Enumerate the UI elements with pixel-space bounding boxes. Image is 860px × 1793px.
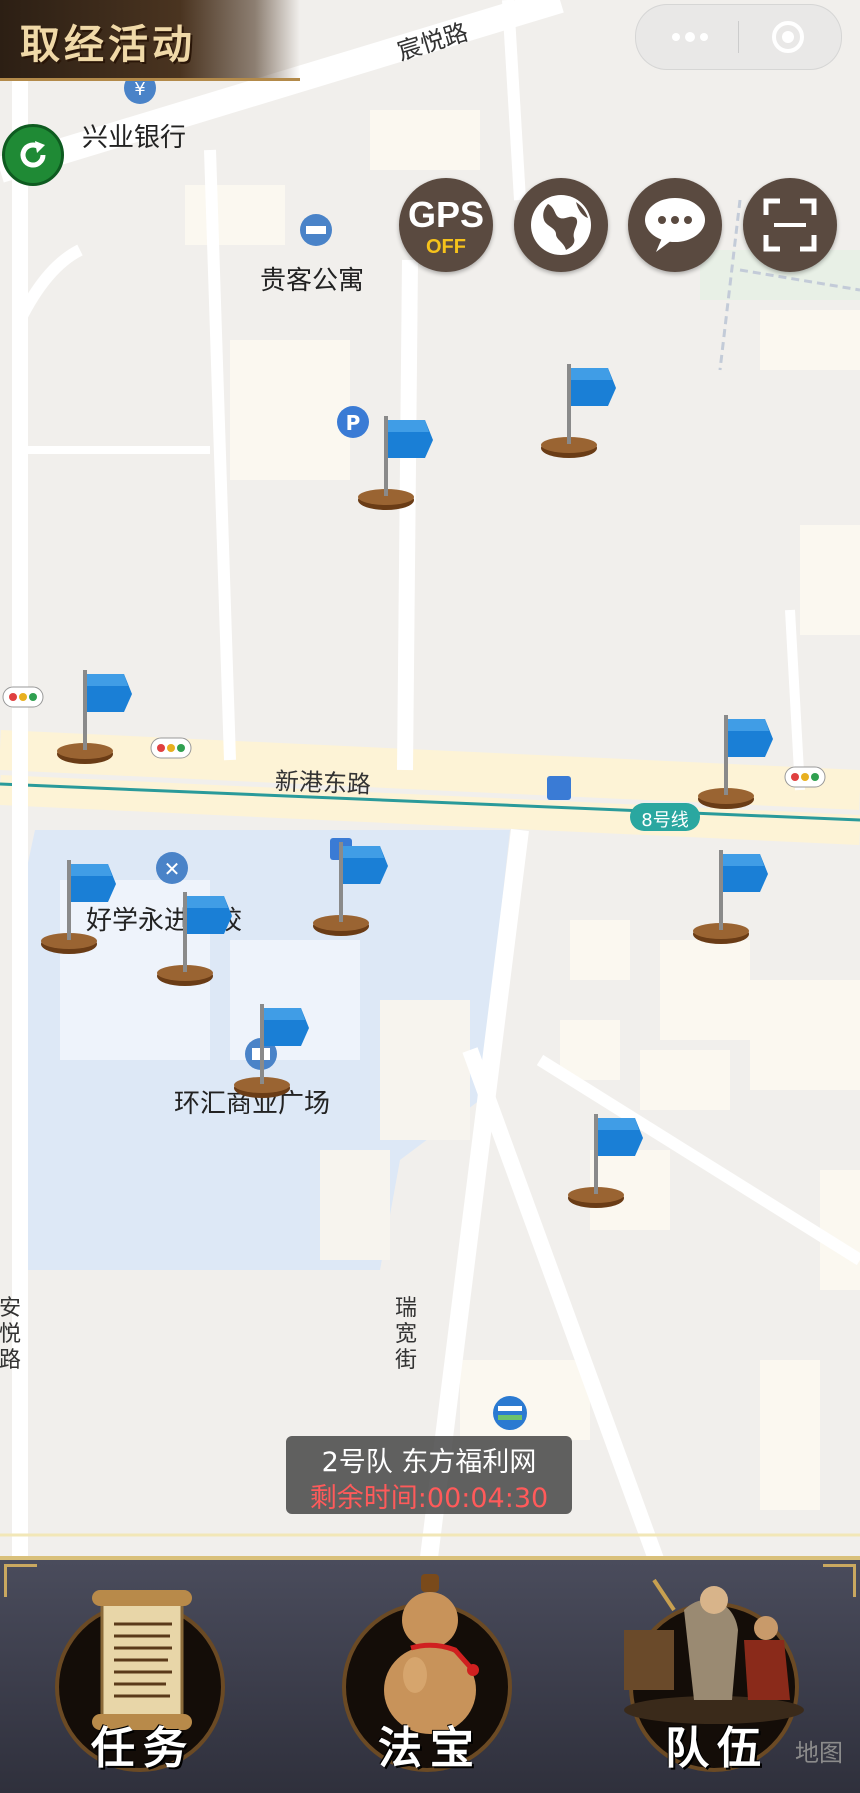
flag-marker[interactable] xyxy=(353,412,433,512)
capsule-divider xyxy=(738,21,739,53)
nav-tasks-label: 任务 xyxy=(91,1723,195,1774)
gps-toggle-button[interactable]: GPS OFF xyxy=(399,178,493,272)
flag-marker[interactable] xyxy=(52,666,132,766)
traffic-light-icon xyxy=(150,737,192,759)
gps-label: GPS xyxy=(407,194,485,235)
flag-marker[interactable] xyxy=(563,1110,643,1210)
traffic-light-icon xyxy=(784,766,826,788)
flag-marker[interactable] xyxy=(693,711,773,811)
chat-bubble-icon xyxy=(645,198,705,252)
bus-stop-icon[interactable] xyxy=(493,1396,527,1430)
title-banner: 取经活动 xyxy=(0,0,300,81)
flag-marker[interactable] xyxy=(36,856,116,956)
refresh-button[interactable] xyxy=(2,124,64,186)
station-icon[interactable] xyxy=(547,776,571,800)
nav-tasks-button[interactable]: 任务 xyxy=(0,1560,286,1793)
globe-icon xyxy=(531,195,591,255)
nav-treasure-button[interactable]: 法宝 xyxy=(287,1560,573,1793)
target-circle-icon[interactable] xyxy=(770,19,806,55)
page-title: 取经活动 xyxy=(20,21,196,68)
road-label-xingang: 新港东路 xyxy=(274,767,372,799)
flag-marker[interactable] xyxy=(229,1000,309,1100)
poi-label-bank[interactable]: 兴业银行 xyxy=(82,117,186,154)
road-label-anyue: 安悦路 xyxy=(0,1296,21,1373)
map-watermark: 地图 xyxy=(795,1739,843,1767)
gps-state: OFF xyxy=(426,236,466,258)
miniprogram-capsule xyxy=(635,4,842,70)
team-info-panel: 2号队 东方福利网 剩余时间:00:04:30 xyxy=(286,1436,572,1514)
chat-button[interactable] xyxy=(628,178,722,272)
svg-text:¥: ¥ xyxy=(134,79,145,100)
metro-line-badge: 8号线 xyxy=(641,810,689,831)
flag-marker[interactable] xyxy=(688,846,768,946)
nav-treasure-label: 法宝 xyxy=(378,1723,482,1774)
poi-label-apartment[interactable]: 贵客公寓 xyxy=(260,260,364,297)
refresh-icon xyxy=(20,141,46,168)
svg-text:✕: ✕ xyxy=(164,857,181,881)
team-name: 2号队 东方福利网 xyxy=(321,1447,537,1478)
scan-button[interactable] xyxy=(743,178,837,272)
more-dots-icon[interactable] xyxy=(670,29,710,45)
remaining-time: 剩余时间:00:04:30 xyxy=(309,1483,549,1514)
bottom-nav: 任务 法宝 队伍 xyxy=(0,1556,860,1793)
scan-icon xyxy=(763,198,817,252)
road-label-ruikuan: 瑞宽街 xyxy=(394,1296,417,1373)
flag-marker[interactable] xyxy=(152,888,232,988)
flag-marker[interactable] xyxy=(308,838,388,938)
globe-button[interactable] xyxy=(514,178,608,272)
traffic-light-icon xyxy=(2,686,44,708)
flag-marker[interactable] xyxy=(536,360,616,460)
